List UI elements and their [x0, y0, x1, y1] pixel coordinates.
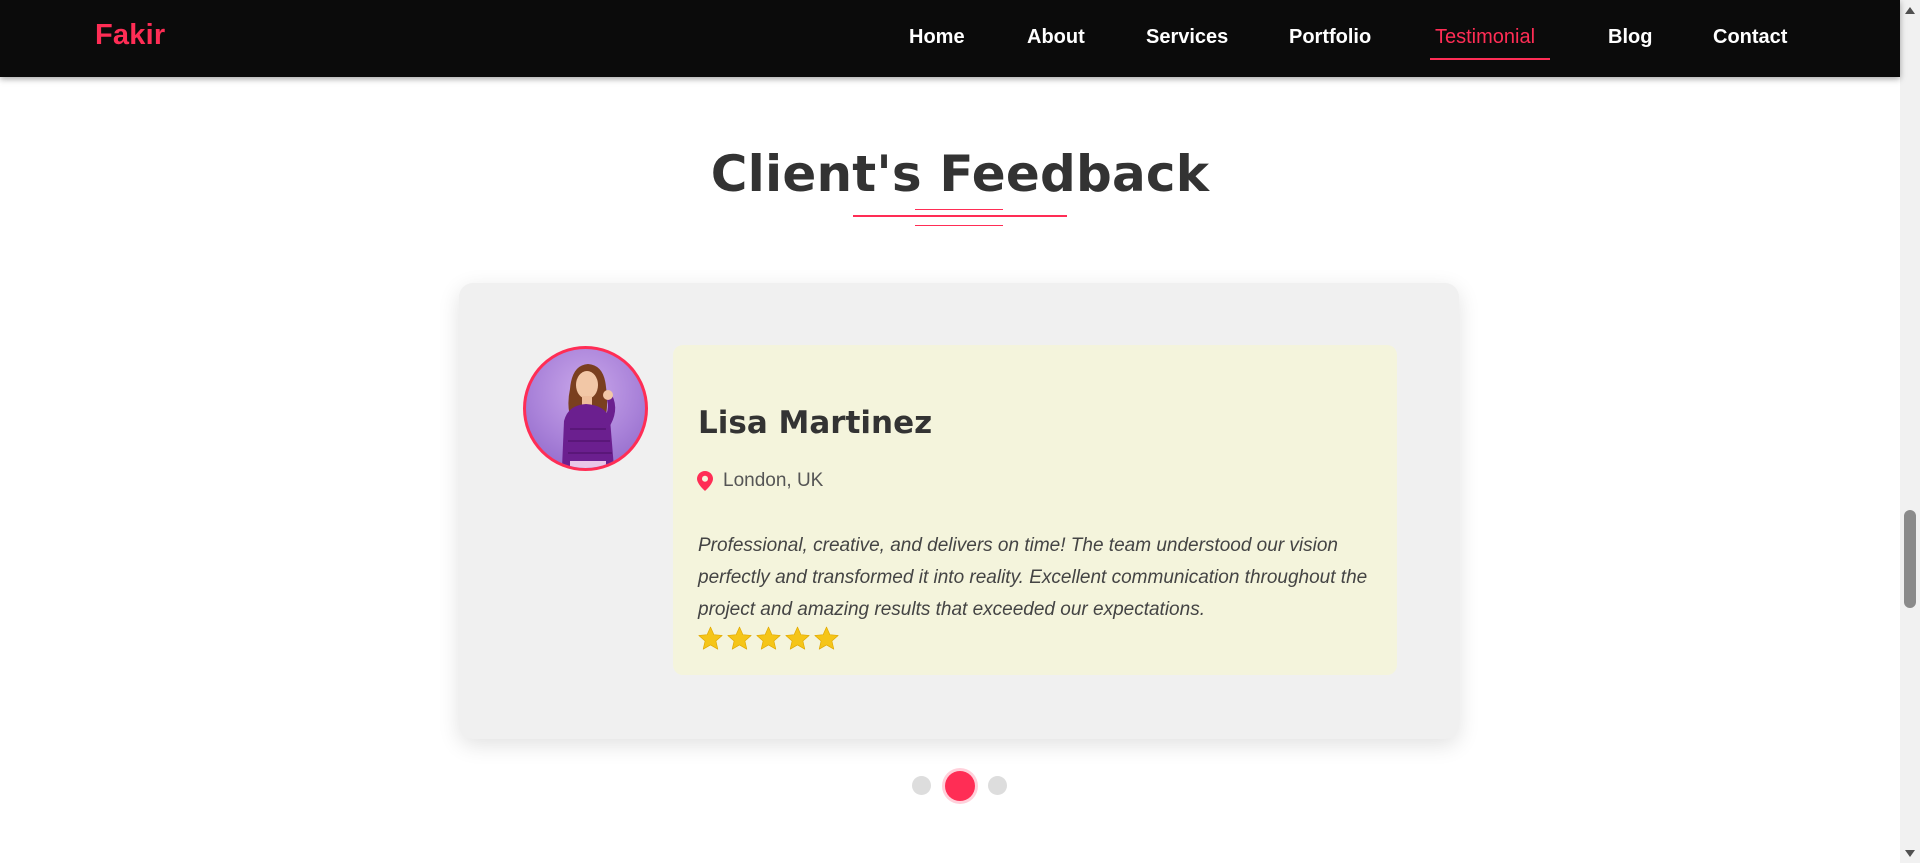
- carousel-dot-2[interactable]: [945, 771, 975, 801]
- nav-active-underline: [1430, 58, 1550, 60]
- nav-link-home[interactable]: Home: [909, 26, 965, 49]
- scroll-down-arrow-icon[interactable]: [1905, 850, 1915, 857]
- nav-menu: Home About Services Portfolio Testimonia…: [0, 0, 1900, 77]
- testimonial-text: Professional, creative, and delivers on …: [698, 535, 1368, 620]
- deco-line-top: [915, 209, 1003, 210]
- client-name: Lisa Martinez: [698, 405, 933, 441]
- scrollbar-thumb[interactable]: [1904, 510, 1916, 608]
- nav-link-portfolio[interactable]: Portfolio: [1289, 26, 1371, 49]
- scroll-up-arrow-icon[interactable]: [1905, 7, 1915, 14]
- nav-link-contact[interactable]: Contact: [1713, 26, 1787, 49]
- location-text: London, UK: [723, 470, 824, 491]
- star-icon: [814, 626, 839, 650]
- page-scrollbar[interactable]: [1900, 0, 1920, 863]
- client-location: London, UK: [697, 470, 823, 492]
- carousel-dot-1[interactable]: [912, 776, 931, 795]
- top-navbar: Fakir Home About Services Portfolio Test…: [0, 0, 1900, 77]
- star-icon: [727, 626, 752, 650]
- star-icon: [785, 626, 810, 650]
- star-icon: [756, 626, 781, 650]
- star-rating: [697, 625, 840, 652]
- map-pin-icon: [697, 471, 713, 491]
- section-title: Client's Feedback: [710, 145, 1210, 203]
- carousel-dot-3[interactable]: [988, 776, 1007, 795]
- title-decoration: [853, 209, 1067, 231]
- nav-link-testimonial[interactable]: Testimonial: [1435, 26, 1535, 49]
- client-avatar: [523, 346, 648, 471]
- deco-line-bottom: [915, 225, 1003, 226]
- testimonial-card: Lisa Martinez London, UK Professional, c…: [459, 283, 1459, 739]
- carousel-dots: [0, 771, 1920, 801]
- client-photo: [562, 364, 616, 468]
- page: Fakir Home About Services Portfolio Test…: [0, 0, 1920, 863]
- nav-link-about[interactable]: About: [1027, 26, 1085, 49]
- star-icon: [698, 626, 723, 650]
- testimonial-content: Lisa Martinez London, UK Professional, c…: [673, 345, 1397, 675]
- deco-line-middle: [853, 215, 1067, 217]
- nav-link-services[interactable]: Services: [1146, 26, 1228, 49]
- nav-link-blog[interactable]: Blog: [1608, 26, 1652, 49]
